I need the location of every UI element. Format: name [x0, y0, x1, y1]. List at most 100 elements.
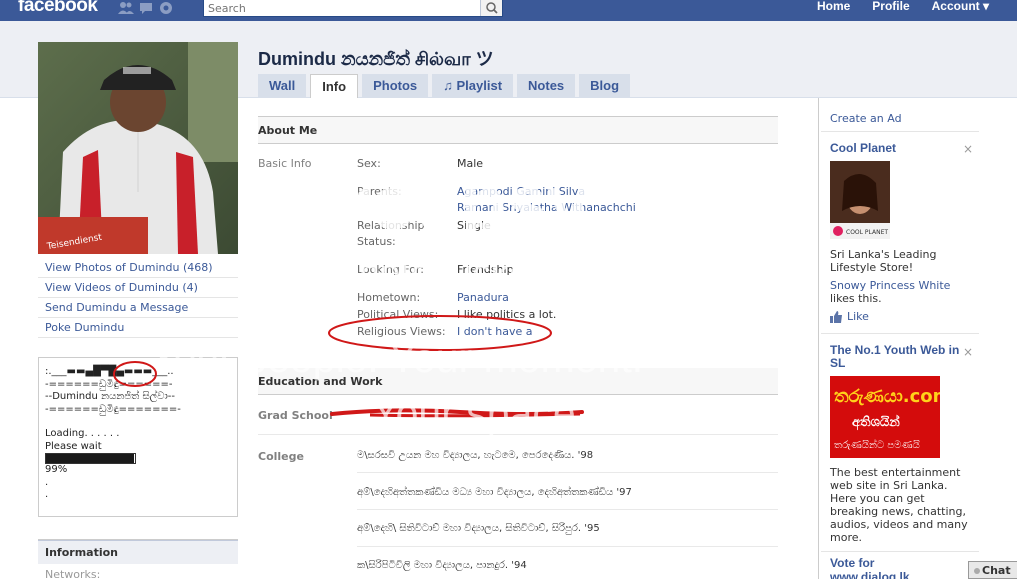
basic-info-label: Basic Info — [258, 157, 312, 170]
ads-sidebar: Create an Ad Cool Planet × COOL PLANET S… — [818, 98, 979, 579]
top-nav: Home Profile Account ▾ — [817, 0, 989, 13]
svg-text:තරුණයා.com: තරුණයා.com — [834, 386, 940, 407]
education-heading: Education and Work — [258, 368, 778, 395]
bio-line: . — [45, 489, 49, 500]
parent-link[interactable]: Ramani Sriyalatha Withanachchi — [457, 201, 636, 214]
ad-image[interactable]: තරුණයා.com අතිශයින් තරුණයින්ට පමණයි — [830, 376, 940, 458]
profile-photo[interactable]: Teisendienst — [38, 42, 238, 254]
liker-link[interactable]: Snowy Princess White — [830, 279, 950, 292]
bio-line: -======ඩුමිඳු=======- — [45, 403, 181, 415]
red-circle-annotation — [328, 315, 552, 351]
profile-tabs: Wall Info Photos ♫ Playlist Notes Blog — [258, 74, 631, 98]
college-entry: අම්\දෙහිඅත්තකණ්ඩිය මධ්‍ය මහා විද්‍යාලය, … — [357, 487, 632, 498]
networks-label: Networks: — [45, 568, 101, 579]
nav-profile[interactable]: Profile — [872, 0, 909, 13]
ad-title-line: www.dialog.lk — [830, 570, 910, 579]
relationship-label-2: Status: — [357, 235, 396, 248]
bio-line: Loading. . . . . . — [45, 428, 120, 439]
friend-requests-icon[interactable] — [118, 1, 134, 15]
info-content: About Me Basic Info Sex: Male Parents: A… — [258, 116, 778, 579]
looking-for-label: Looking For: — [357, 263, 424, 276]
grad-school-label: Grad School — [258, 409, 333, 422]
notification-jewels — [118, 1, 174, 15]
sex-label: Sex: — [357, 157, 381, 170]
close-icon[interactable]: × — [963, 142, 973, 156]
close-icon[interactable]: × — [963, 345, 973, 359]
search-icon — [486, 2, 498, 14]
chat-status-icon — [974, 568, 980, 574]
hometown-label: Hometown: — [357, 291, 421, 304]
parent-link[interactable]: Agampodi Gamini Silva — [457, 185, 585, 198]
likes-text: likes this. — [830, 292, 882, 305]
create-ad-link[interactable]: Create an Ad — [830, 112, 902, 125]
svg-text:තරුණයින්ට පමණයි: තරුණයින්ට පමණයි — [834, 438, 920, 451]
hometown-link[interactable]: Panadura — [457, 291, 509, 304]
bio-line: Please wait — [45, 440, 102, 452]
divider — [821, 551, 979, 552]
parents-label: Parents: — [357, 185, 402, 198]
tab-wall[interactable]: Wall — [258, 74, 307, 98]
bio-line: . — [45, 476, 49, 488]
sex-value: Male — [457, 157, 484, 170]
profile-name: Dumindu නයනජිත් சில்வா ツ — [258, 49, 494, 69]
like-button[interactable]: Like — [830, 310, 869, 323]
svg-text:COOL PLANET: COOL PLANET — [846, 229, 888, 236]
looking-for-value: Friendship — [457, 263, 514, 276]
bio-spacer — [45, 416, 231, 428]
tab-blog[interactable]: Blog — [579, 74, 631, 98]
send-message-link[interactable]: Send Dumindu a Message — [38, 298, 238, 318]
chat-label: Chat — [982, 564, 1011, 577]
tab-photos[interactable]: Photos — [362, 74, 429, 98]
ad-title-line: Vote for — [830, 556, 875, 570]
divider — [357, 509, 778, 510]
tab-info[interactable]: Info — [310, 74, 359, 98]
loading-progress-bar — [45, 453, 136, 464]
profile-actions: View Photos of Dumindu (468) View Videos… — [38, 258, 238, 338]
poke-link[interactable]: Poke Dumindu — [38, 318, 238, 338]
relationship-label: Relationship — [357, 219, 425, 232]
bio-box: :.___▬▬▄█▀█▄▬▬▬___.. -======ඩුමිඳු======… — [38, 357, 238, 517]
search-button[interactable] — [480, 0, 502, 16]
divider — [821, 131, 979, 132]
divider — [357, 472, 778, 473]
tab-playlist[interactable]: ♫ Playlist — [432, 74, 514, 98]
notifications-icon[interactable] — [158, 1, 174, 15]
nav-account[interactable]: Account ▾ — [932, 0, 989, 13]
bio-line: 99% — [45, 464, 68, 475]
ad-title[interactable]: Vote for www.dialog.lk — [830, 556, 910, 579]
information-box: Information Networks: — [38, 539, 238, 579]
bio-line: --Dumindu නයනජිත් සිල්වා-- — [45, 391, 175, 402]
tab-notes[interactable]: Notes — [517, 74, 576, 98]
thumbs-up-icon — [830, 310, 842, 323]
top-bar: facebook Home Profile Account ▾ — [0, 0, 1017, 21]
messages-icon[interactable] — [138, 1, 154, 15]
divider — [821, 333, 979, 334]
chat-bar[interactable]: Chat — [968, 561, 1017, 579]
divider — [357, 546, 778, 547]
college-entry: අම්\දෙහි\ සිතිවිටාච් මහා විද්‍යාලය, සිති… — [357, 523, 600, 534]
ad-title[interactable]: The No.1 Youth Web in SL — [830, 344, 960, 370]
college-entry: ම\සරසවි උයන මහ විද්‍යාලය, හැටමෙ, පෙරදෙණි… — [357, 450, 594, 461]
divider — [258, 434, 778, 435]
relationship-value: Single — [457, 219, 491, 232]
left-column: Teisendienst View Photos of Dumindu (468… — [38, 42, 238, 338]
nav-home[interactable]: Home — [817, 0, 850, 13]
svg-text:අතිශයින්: අතිශයින් — [852, 413, 900, 431]
red-circle-annotation — [113, 361, 157, 387]
like-label: Like — [847, 310, 869, 323]
ad-image[interactable]: COOL PLANET — [830, 161, 890, 239]
ad-social: Snowy Princess White likes this. — [830, 279, 975, 305]
search-box — [203, 0, 503, 17]
information-heading: Information — [38, 540, 238, 564]
ad-text: Sri Lanka's Leading Lifestyle Store! — [830, 248, 937, 274]
ad-title[interactable]: Cool Planet — [830, 141, 896, 155]
ad-text: The best entertainment web site in Sri L… — [830, 466, 968, 544]
search-input[interactable] — [208, 1, 478, 15]
about-me-heading: About Me — [258, 116, 778, 144]
college-label: College — [258, 450, 304, 463]
view-photos-link[interactable]: View Photos of Dumindu (468) — [38, 258, 238, 278]
college-entry: ක\සිරිපිටිවිලි මහා විද්‍යාලය, පානදුර. '9… — [357, 560, 527, 571]
view-videos-link[interactable]: View Videos of Dumindu (4) — [38, 278, 238, 298]
facebook-logo[interactable]: facebook — [18, 0, 98, 17]
red-scribble-annotation — [330, 408, 584, 418]
